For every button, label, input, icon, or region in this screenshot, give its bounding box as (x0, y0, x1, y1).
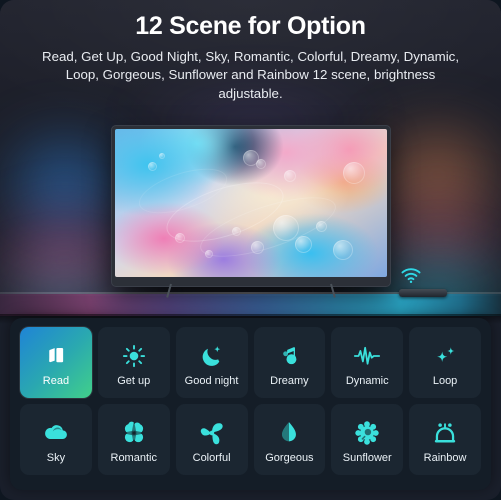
scene-label: Get up (117, 374, 151, 387)
scene-button-read[interactable]: Read (20, 327, 92, 398)
moon-star-icon (197, 341, 227, 371)
scene-label: Romantic (110, 451, 157, 464)
scene-label: Dreamy (270, 374, 309, 387)
scene-button-dreamy[interactable]: Dreamy (253, 327, 326, 398)
scene-label: Sky (46, 451, 66, 464)
scene-button-colorful[interactable]: Colorful (175, 404, 248, 475)
scene-selector-panel: Read Get up Good night Dreamy Dynamic Lo… (10, 318, 491, 490)
page-title: 12 Scene for Option (135, 12, 366, 40)
scene-button-loop[interactable]: Loop (409, 327, 481, 398)
scene-label: Read (42, 374, 70, 387)
scene-button-good-night[interactable]: Good night (175, 327, 248, 398)
flower-gear-icon (352, 418, 382, 448)
scene-button-romantic[interactable]: Romantic (97, 404, 170, 475)
scene-label: Dynamic (345, 374, 389, 387)
pulse-wave-icon (352, 341, 382, 371)
cloud-icon (41, 418, 71, 448)
scene-label: Sunflower (342, 451, 392, 464)
scene-button-sky[interactable]: Sky (20, 404, 92, 475)
scene-button-rainbow[interactable]: Rainbow (409, 404, 481, 475)
tv-screen (115, 129, 387, 277)
soundbar-device (399, 289, 447, 297)
product-feature-card: 12 Scene for Option Read, Get Up, Good N… (0, 0, 501, 500)
wifi-icon (400, 266, 422, 284)
tv-stand-legs (112, 283, 390, 300)
header: 12 Scene for Option Read, Get Up, Good N… (0, 0, 501, 104)
arch-lamp-icon (430, 418, 460, 448)
sun-icon (119, 341, 149, 371)
scene-button-sunflower[interactable]: Sunflower (331, 404, 404, 475)
scene-label: Loop (432, 374, 458, 387)
scene-button-dynamic[interactable]: Dynamic (331, 327, 404, 398)
scene-label: Colorful (192, 451, 231, 464)
scene-label: Good night (184, 374, 239, 387)
scene-label: Gorgeous (265, 451, 314, 464)
page-subtitle: Read, Get Up, Good Night, Sky, Romantic,… (41, 48, 460, 102)
book-icon (41, 341, 71, 371)
tv-device (112, 126, 390, 286)
scene-grid: Read Get up Good night Dreamy Dynamic Lo… (20, 327, 481, 481)
pinwheel-icon (197, 418, 227, 448)
sparkles-icon (430, 341, 460, 371)
scene-label: Rainbow (423, 451, 467, 464)
scene-button-get-up[interactable]: Get up (97, 327, 170, 398)
water-drop-icon (274, 418, 304, 448)
scene-button-gorgeous[interactable]: Gorgeous (253, 404, 326, 475)
clover-icon (119, 418, 149, 448)
music-note-icon (274, 341, 304, 371)
